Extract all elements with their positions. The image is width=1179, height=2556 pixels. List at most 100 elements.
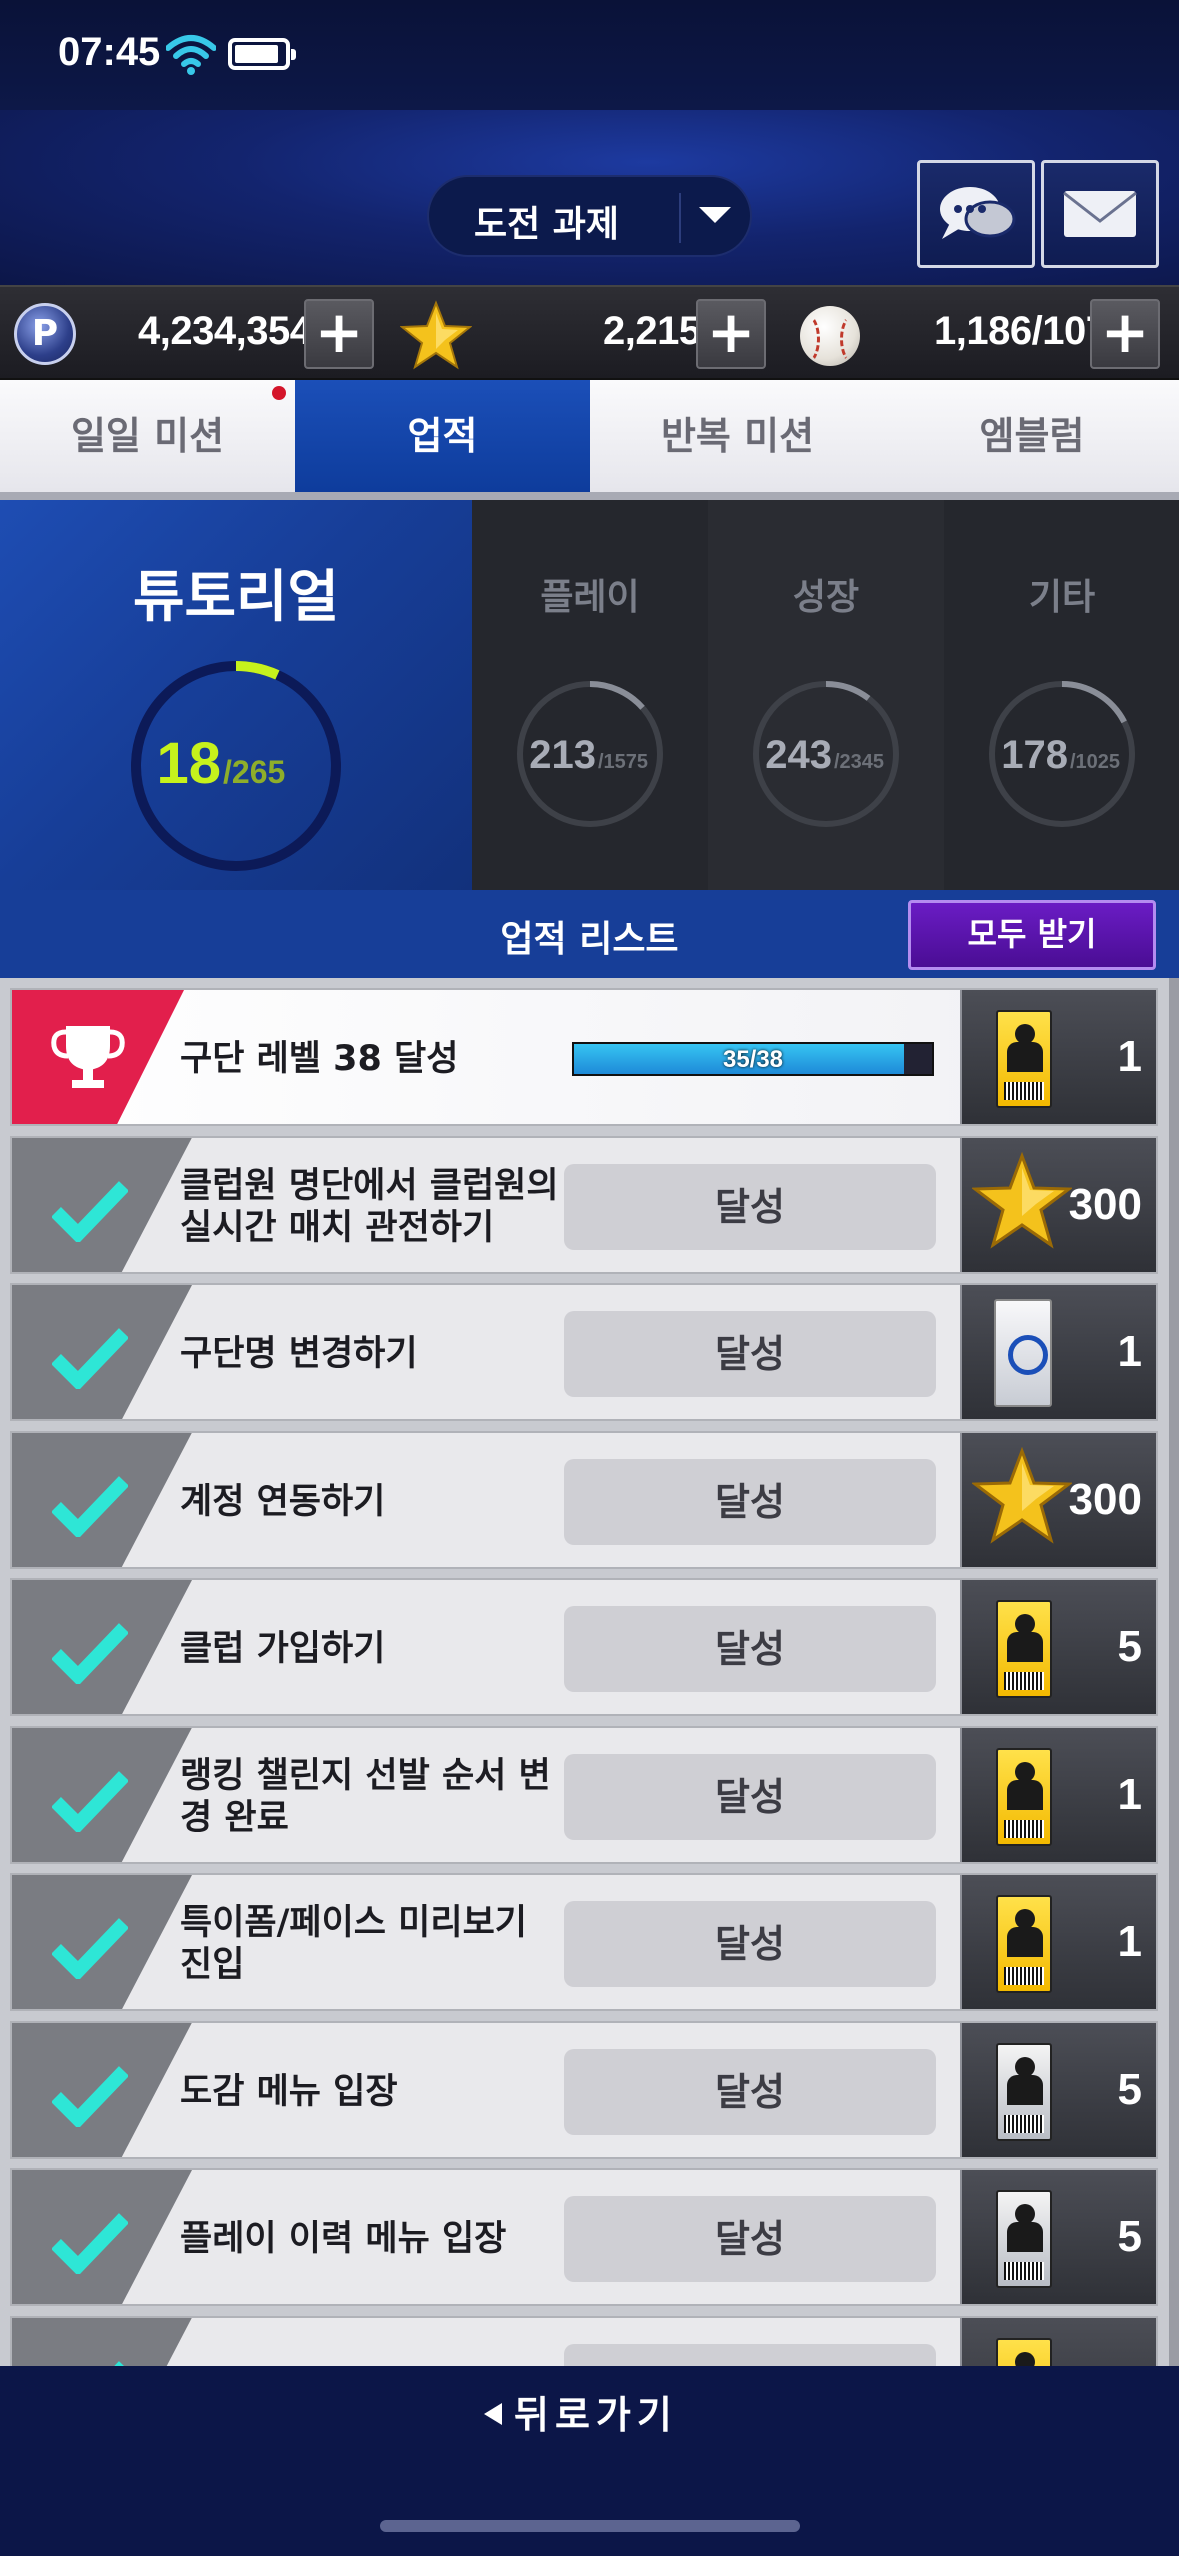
scout-ticket-icon [996,1747,1052,1846]
category-other[interactable]: 기타 178 /1025 [944,500,1179,890]
baseball-icon [800,306,860,366]
reward-quantity: 1 [1117,1032,1142,1081]
tab-achievements[interactable]: 업적 [295,380,590,500]
achievement-row[interactable]: 도감 메뉴 입장 달성 5 [10,2020,1158,2159]
add-stars-button[interactable]: + [696,299,766,369]
tab-emblem[interactable]: 엠블럼 [885,380,1179,492]
achievement-text: 특이폼/페이스 미리보기 진입 [180,1903,527,1985]
add-points-button[interactable]: + [304,299,374,369]
achievement-row[interactable]: 클럽원 명단에서 클럽원의 실시간 매치 관전하기 달성 300 [10,1135,1158,1274]
completed-button[interactable]: 달성 [564,1606,936,1692]
back-label: 뒤로가기 [514,2393,678,2437]
claim-all-button[interactable]: 모두 받기 [908,900,1156,970]
scout-ticket-icon [996,1010,1052,1108]
home-indicator[interactable] [380,2520,800,2532]
scout-ticket-icon [996,2337,1052,2366]
back-arrow-icon [484,2402,502,2425]
other-progress-ring: 178 /1025 [989,681,1135,827]
achievement-row[interactable]: 특이폼/페이스 미리보기 진입 달성 1 [10,1873,1158,2011]
scout-ticket-icon [996,2190,1052,2288]
category-current: 178 [1001,733,1068,777]
p-coin-icon: P [14,303,76,365]
completed-button[interactable]: 달성 [564,2048,936,2135]
growth-progress-ring: 243 /2345 [753,681,899,827]
chat-bubbles-icon [940,187,1016,239]
reward-box[interactable]: 1 [960,990,1156,1124]
completed-button[interactable]: 달성 [564,1753,936,1840]
star-icon [972,1446,1072,1544]
category-total: /1025 [1070,751,1120,773]
chevron-down-icon [699,207,731,223]
reward-box[interactable]: 300 [960,1137,1156,1272]
add-balls-button[interactable]: + [1090,299,1160,369]
completed-button[interactable]: 달성 [564,1311,936,1397]
bottom-bar: 뒤로가기 [0,2366,1179,2556]
reward-box[interactable] [960,2317,1156,2366]
currency-bar: P 4,234,354 + 2,215 + 1,186/107 + [0,285,1179,380]
reward-box[interactable]: 1 [960,1727,1156,1862]
reward-box[interactable]: 5 [960,1580,1156,1714]
chat-button[interactable] [917,160,1035,268]
check-icon [52,2213,128,2274]
list-header: 업적 리스트 모두 받기 [0,890,1179,978]
achievement-row[interactable]: 클럽 가입하기 달성 5 [10,1578,1158,1716]
check-icon [52,1328,128,1389]
achievement-row[interactable]: 계정 연동하기 달성 300 [10,1430,1158,1569]
scout-ticket-icon [996,1600,1052,1698]
check-icon [52,1475,128,1537]
tab-daily-mission[interactable]: 일일 미션 [0,380,295,492]
category-growth[interactable]: 성장 243 /2345 [708,500,944,890]
scout-ticket-icon [996,2042,1052,2141]
reward-quantity: 1 [1117,1327,1142,1376]
completed-button[interactable]: 달성 [564,1901,936,1987]
mail-button[interactable] [1041,160,1159,268]
reward-box[interactable]: 1 [960,1285,1156,1419]
page-title: 도전 과제 [473,204,619,245]
check-icon [52,1623,128,1684]
check-icon [52,1918,128,1979]
reward-box[interactable]: 5 [960,2022,1156,2157]
achievement-row[interactable]: 구단명 변경하기 달성 1 [10,1283,1158,1421]
reward-quantity: 300 [1068,1179,1142,1229]
star-icon [972,1151,1072,1249]
category-panel: 플레이 213 /1575 성장 243 /2345 기타 178 /1025 [472,500,1179,890]
tab-underline [0,492,1179,500]
reward-quantity: 300 [1068,1474,1142,1524]
achievement-text: 플레이 이력 메뉴 입장 [180,2219,507,2259]
reward-quantity: 1 [1117,1917,1142,1966]
title-dropdown[interactable]: 도전 과제 [427,175,752,257]
category-play[interactable]: 플레이 213 /1575 [472,500,708,890]
category-total: /2345 [834,751,884,773]
status-bar: 07:45 [0,0,1179,110]
star-icon [400,300,472,370]
tab-repeat-mission[interactable]: 반복 미션 [590,380,885,492]
category-current: 243 [765,733,832,777]
achievement-list[interactable]: 구단 레벨 38 달성 35/38 1 클럽원 명단에서 클럽원의 실시간 매치 관전… [0,978,1179,2366]
tab-bar: 일일 미션 업적 반복 미션 엠블럼 [0,380,1179,500]
back-button[interactable]: 뒤로가기 [484,2384,678,2437]
completed-button[interactable]: 달성 [564,2196,936,2282]
category-label: 기타 [1028,577,1096,618]
category-total: /1575 [598,751,648,773]
points-value: 4,234,354 [138,309,312,353]
scrollbar[interactable] [1169,978,1179,2366]
completed-button[interactable]: 달성 [564,1163,936,1250]
reward-quantity: 5 [1117,2212,1142,2261]
header: 도전 과제 [0,110,1179,285]
achievement-row[interactable] [10,2315,1158,2367]
completed-button[interactable]: 달성 [564,1458,936,1545]
achievement-row[interactable]: 랭킹 챌린지 선발 순서 변경 완료 달성 1 [10,1725,1158,1864]
achievement-row[interactable]: 구단 레벨 38 달성 35/38 1 [10,988,1158,1126]
achievement-text [180,2318,560,2367]
reward-box[interactable]: 300 [960,1432,1156,1567]
progress-bar: 35/38 [572,1042,934,1076]
achievement-row[interactable]: 플레이 이력 메뉴 입장 달성 5 [10,2168,1158,2306]
reward-box[interactable]: 5 [960,2170,1156,2304]
completed-button[interactable] [564,2343,936,2366]
check-icon [113,2360,125,2366]
reward-box[interactable]: 1 [960,1875,1156,2009]
trophy-icon [51,1026,125,1088]
tutorial-panel[interactable]: 튜토리얼 18 /265 [0,500,472,890]
notification-dot [272,386,286,400]
tutorial-progress-ring: 18 /265 [131,661,341,871]
